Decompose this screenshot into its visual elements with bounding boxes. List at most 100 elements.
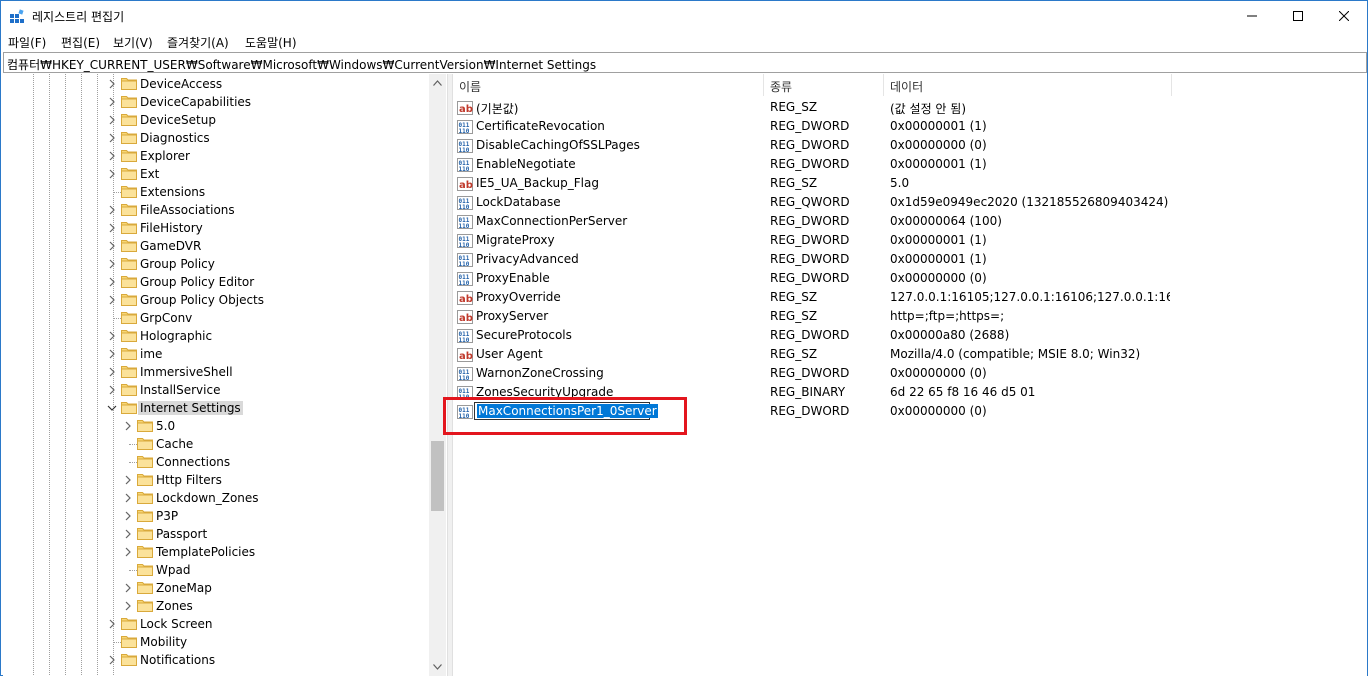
- list-row[interactable]: 011 110 MigrateProxy REG_DWORD 0x00000001 (1…: [453, 231, 1367, 250]
- close-button[interactable]: [1321, 1, 1367, 31]
- chevron-right-icon[interactable]: [107, 204, 117, 216]
- tree-item[interactable]: P3P: [3, 507, 433, 525]
- chevron-right-icon[interactable]: [107, 240, 117, 252]
- chevron-right-icon[interactable]: [107, 654, 117, 666]
- maximize-button[interactable]: [1275, 1, 1321, 31]
- tree-item[interactable]: ime: [3, 345, 433, 363]
- chevron-right-icon[interactable]: [107, 366, 117, 378]
- list-row[interactable]: ab ProxyOverride REG_SZ 127.0.0.1:16105;127…: [453, 288, 1367, 307]
- tree-item[interactable]: Ext: [3, 165, 433, 183]
- tree-item[interactable]: Lock Screen: [3, 615, 433, 633]
- chevron-right-icon[interactable]: [107, 330, 117, 342]
- tree-item[interactable]: GameDVR: [3, 237, 433, 255]
- scroll-up-button[interactable]: [429, 74, 446, 91]
- list-row[interactable]: 011 110 WarnonZoneCrossing REG_DWORD 0x00000…: [453, 364, 1367, 383]
- chevron-right-icon[interactable]: [107, 294, 117, 306]
- column-header-data[interactable]: 데이터: [884, 74, 1172, 96]
- address-path[interactable]: 컴퓨터₩HKEY_CURRENT_USER₩Software₩Microsoft…: [7, 56, 596, 73]
- tree-item[interactable]: Holographic: [3, 327, 433, 345]
- chevron-right-icon[interactable]: [123, 582, 133, 594]
- tree-item[interactable]: ZoneMap: [3, 579, 433, 597]
- chevron-right-icon[interactable]: [123, 528, 133, 540]
- tree-item[interactable]: Notifications: [3, 651, 433, 669]
- list-row[interactable]: ab ProxyServer REG_SZ http=;ftp=;https=;: [453, 307, 1367, 326]
- tree-item[interactable]: FileHistory: [3, 219, 433, 237]
- chevron-right-icon[interactable]: [107, 78, 117, 90]
- chevron-right-icon[interactable]: [107, 132, 117, 144]
- minimize-button[interactable]: [1229, 1, 1275, 31]
- list-row[interactable]: 011 110 PrivacyAdvanced REG_DWORD 0x00000001…: [453, 250, 1367, 269]
- list-row[interactable]: ab (기본값) REG_SZ (값 설정 안 됨): [453, 98, 1367, 117]
- tree-item[interactable]: Wpad: [3, 561, 433, 579]
- list-row[interactable]: 011 110 EnableNegotiate REG_DWORD 0x00000001…: [453, 155, 1367, 174]
- chevron-right-icon[interactable]: [107, 348, 117, 360]
- tree-item[interactable]: Connections: [3, 453, 433, 471]
- scroll-thumb[interactable]: [431, 441, 444, 511]
- tree-item[interactable]: Group Policy Editor: [3, 273, 433, 291]
- list-row[interactable]: 011 110 DisableCachingOfSSLPages REG_DWORD 0…: [453, 136, 1367, 155]
- tree-item[interactable]: 5.0: [3, 417, 433, 435]
- chevron-right-icon[interactable]: [107, 618, 117, 630]
- list-row[interactable]: 011 110 MaxConnectionPerServer REG_DWORD 0x0…: [453, 212, 1367, 231]
- chevron-down-icon[interactable]: [107, 402, 117, 414]
- list-row[interactable]: 011 110 LockDatabase REG_QWORD 0x1d59e0949ec…: [453, 193, 1367, 212]
- tree-item[interactable]: Http Filters: [3, 471, 433, 489]
- tree-item[interactable]: DeviceSetup: [3, 111, 433, 129]
- menu-help[interactable]: 도움말(H): [245, 34, 297, 51]
- tree-item[interactable]: Explorer: [3, 147, 433, 165]
- chevron-right-icon[interactable]: [107, 114, 117, 126]
- column-header-name[interactable]: 이름: [453, 74, 764, 96]
- menu-file[interactable]: 파일(F): [8, 34, 46, 51]
- tree-scrollbar[interactable]: [429, 74, 446, 676]
- tree-item[interactable]: Group Policy: [3, 255, 433, 273]
- value-type: REG_SZ: [770, 176, 818, 190]
- value-list[interactable]: 이름 종류 데이터 ab (기본값) REG_SZ (값 설정 안 됨) 011 110 C…: [453, 74, 1367, 676]
- tree-item[interactable]: Diagnostics: [3, 129, 433, 147]
- chevron-right-icon[interactable]: [107, 96, 117, 108]
- chevron-right-icon[interactable]: [123, 492, 133, 504]
- chevron-right-icon[interactable]: [123, 510, 133, 522]
- tree-item[interactable]: DeviceCapabilities: [3, 93, 433, 111]
- chevron-right-icon[interactable]: [123, 600, 133, 612]
- key-tree[interactable]: DeviceAccess DeviceCapabilities DeviceSetu…: [3, 74, 447, 676]
- tree-item[interactable]: FileAssociations: [3, 201, 433, 219]
- list-row[interactable]: 011 110 CertificateRevocation REG_DWORD 0x00…: [453, 117, 1367, 136]
- tree-item[interactable]: Mobility: [3, 633, 433, 651]
- chevron-right-icon[interactable]: [107, 258, 117, 270]
- chevron-right-icon[interactable]: [123, 420, 133, 432]
- tree-item[interactable]: Extensions: [3, 183, 433, 201]
- menu-view[interactable]: 보기(V): [113, 34, 153, 51]
- list-row[interactable]: ab User Agent REG_SZ Mozilla/4.0 (compatibl…: [453, 345, 1367, 364]
- value-data: 0x00000a80 (2688): [890, 328, 1010, 342]
- tree-item[interactable]: ImmersiveShell: [3, 363, 433, 381]
- tree-item[interactable]: DeviceAccess: [3, 75, 433, 93]
- chevron-right-icon[interactable]: [107, 168, 117, 180]
- list-row[interactable]: 011 110 ProxyEnable REG_DWORD 0x00000000 (0): [453, 269, 1367, 288]
- tree-item[interactable]: GrpConv: [3, 309, 433, 327]
- tree-item-label: Explorer: [140, 149, 190, 163]
- tree-item[interactable]: TemplatePolicies: [3, 543, 433, 561]
- tree-item-label: ImmersiveShell: [140, 365, 233, 379]
- chevron-right-icon[interactable]: [107, 150, 117, 162]
- scroll-down-button[interactable]: [429, 658, 446, 675]
- list-row[interactable]: 011 110 SecureProtocols REG_DWORD 0x00000a80…: [453, 326, 1367, 345]
- title-bar[interactable]: 레지스트리 편집기: [1, 1, 1367, 31]
- tree-item[interactable]: Internet Settings: [3, 399, 433, 417]
- chevron-right-icon[interactable]: [107, 276, 117, 288]
- chevron-right-icon[interactable]: [123, 546, 133, 558]
- tree-item[interactable]: InstallService: [3, 381, 433, 399]
- tree-item[interactable]: Zones: [3, 597, 433, 615]
- list-row[interactable]: ab IE5_UA_Backup_Flag REG_SZ 5.0: [453, 174, 1367, 193]
- folder-icon: [137, 456, 153, 468]
- tree-item[interactable]: Cache: [3, 435, 433, 453]
- chevron-right-icon[interactable]: [123, 474, 133, 486]
- chevron-right-icon[interactable]: [107, 222, 117, 234]
- address-bar[interactable]: 컴퓨터₩HKEY_CURRENT_USER₩Software₩Microsoft…: [3, 52, 1367, 73]
- column-header-type[interactable]: 종류: [764, 74, 884, 96]
- menu-favorites[interactable]: 즐겨찾기(A): [167, 34, 229, 51]
- tree-item[interactable]: Passport: [3, 525, 433, 543]
- tree-item[interactable]: Group Policy Objects: [3, 291, 433, 309]
- menu-edit[interactable]: 편집(E): [61, 34, 100, 51]
- chevron-right-icon[interactable]: [107, 384, 117, 396]
- tree-item[interactable]: Lockdown_Zones: [3, 489, 433, 507]
